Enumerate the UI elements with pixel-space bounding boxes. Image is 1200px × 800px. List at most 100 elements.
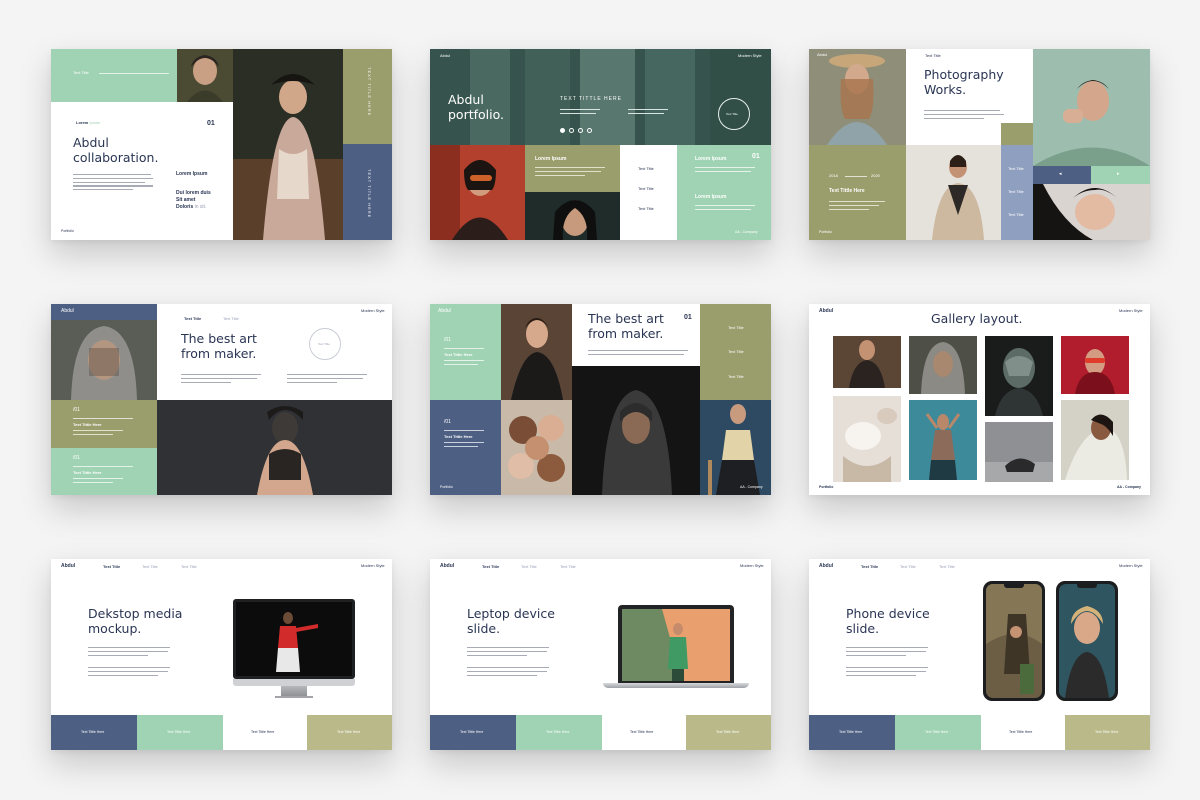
- gallery-photo-4[interactable]: [1061, 336, 1129, 394]
- list-item-3[interactable]: Text Title: [638, 206, 654, 211]
- circle-label: Text Title: [726, 112, 738, 116]
- panel-title: Lorem Ipsum: [535, 156, 567, 162]
- prev-arrow-icon[interactable]: ◂: [1059, 171, 1062, 178]
- nav-item-2[interactable]: Text Title: [521, 564, 537, 569]
- nav-item-2[interactable]: Text Title: [142, 564, 158, 569]
- gallery-photo-6[interactable]: [909, 400, 977, 480]
- tab-3[interactable]: Text Title: [1008, 212, 1024, 217]
- tab-1[interactable]: Text Title: [1008, 166, 1024, 171]
- slide-title: The best art from maker.: [588, 311, 664, 341]
- carousel-dots[interactable]: [560, 128, 592, 133]
- panel-text-lines: [535, 167, 605, 176]
- slide-best-art-a[interactable]: Abdul /01 Text Tittle Here /01 Text Titt…: [51, 304, 392, 495]
- body-lines-1: [846, 647, 928, 656]
- navy-arrow-button[interactable]: [1033, 166, 1091, 184]
- slide-gallery-layout[interactable]: Abdul Gallery layout. Modern Style Portf…: [809, 304, 1150, 495]
- nav-item-2[interactable]: Text Title: [223, 316, 239, 321]
- slide-desktop-mockup[interactable]: Abdul Text Title Text Title Text Title M…: [51, 559, 392, 750]
- slide-title: Gallery layout.: [931, 311, 1023, 326]
- year-rule: [845, 176, 867, 177]
- footer-label-1: Text Tittle Here: [839, 730, 863, 734]
- header-rule: [99, 73, 169, 74]
- caption: Text Tittle Here: [829, 188, 865, 194]
- brand: Abdul: [440, 53, 451, 58]
- monitor-screen-dancer: [236, 602, 352, 676]
- nav-item-1[interactable]: Text Title: [103, 564, 120, 569]
- body-lines-2: [88, 667, 170, 676]
- caption-2: Text Tittle Here: [444, 434, 473, 439]
- slide-title: Abdul portfolio.: [448, 92, 505, 122]
- gallery-photo-5[interactable]: [833, 396, 901, 482]
- tag: Modern Style: [361, 563, 385, 568]
- phone-1-screen: [986, 584, 1042, 698]
- slide-title: Abdul collaboration.: [73, 135, 159, 165]
- nav-item-2[interactable]: Text Title: [900, 564, 916, 569]
- footer-right: AA - Company: [735, 230, 758, 234]
- olive-small-block: [1001, 123, 1033, 145]
- label-b: Lorem Ipsum: [695, 194, 727, 200]
- tab-2[interactable]: Text Title: [1008, 189, 1024, 194]
- nav-item-3[interactable]: Text Title: [560, 564, 576, 569]
- side-item-1[interactable]: Text Title: [728, 325, 744, 330]
- slide-phone-device[interactable]: Abdul Text Title Text Title Text Title M…: [809, 559, 1150, 750]
- footer-label-1: Text Tittle Here: [460, 730, 484, 734]
- slide-number: 01: [752, 153, 760, 160]
- index-1: /01: [444, 337, 451, 343]
- footer-label: Portfolio: [819, 230, 832, 234]
- footer-label-3: Text Tittle Here: [630, 730, 654, 734]
- side-bold-1: Dui lorem duis: [176, 190, 211, 196]
- slide-best-art-b[interactable]: Abdul /01 Text Tittle Here /01 Text Titt…: [430, 304, 771, 495]
- body-lines-1: [467, 647, 549, 656]
- gallery-photo-8[interactable]: [1061, 400, 1129, 480]
- laptop-base: [603, 683, 749, 688]
- portrait-photo-small: [177, 49, 233, 102]
- woman-closeup-photo: [525, 192, 620, 240]
- side-item-2[interactable]: Text Title: [728, 349, 744, 354]
- list-item-2[interactable]: Text Title: [638, 186, 654, 191]
- slide-title: Photography Works.: [924, 67, 1004, 97]
- index-rule-2: [444, 430, 484, 431]
- index-2: /01: [444, 419, 451, 425]
- navy-index-panel: [430, 400, 501, 495]
- caption-2: Text Tittle Here: [73, 470, 102, 475]
- gallery-photo-1[interactable]: [833, 336, 901, 388]
- gallery-photo-2[interactable]: [909, 336, 977, 394]
- laptop-screen-woman: [622, 609, 730, 681]
- gallery-photo-7[interactable]: [985, 422, 1053, 482]
- tag: Modern Style: [1119, 563, 1143, 568]
- footer-label-3: Text Tittle Here: [1009, 730, 1033, 734]
- slide-abdul-collaboration[interactable]: Text Title Lorem Ipsum 01 Abdul collabor…: [51, 49, 392, 240]
- nav-item-1[interactable]: Text Title: [482, 564, 499, 569]
- vertical-label-1: TEXT TITLE HERE: [367, 67, 372, 117]
- next-arrow-icon[interactable]: ▸: [1117, 171, 1120, 178]
- brand: Abdul: [61, 563, 76, 569]
- caption-1: Text Tittle Here: [73, 422, 102, 427]
- mint-arrow-button[interactable]: [1091, 166, 1150, 184]
- body-lines-left: [181, 374, 261, 383]
- slide-abdul-portfolio[interactable]: Abdul Modern Style Abdul portfolio. TEXT…: [430, 49, 771, 240]
- label-a: Lorem Ipsum: [695, 156, 727, 162]
- index-lines-1: [73, 430, 123, 435]
- slide-laptop-device[interactable]: Abdul Text Title Text Title Text Title M…: [430, 559, 771, 750]
- nav-item-1[interactable]: Text Title: [861, 564, 878, 569]
- list-item-1[interactable]: Text Title: [638, 166, 654, 171]
- slide-title: Leptop device slide.: [467, 606, 555, 636]
- footer-label: Portfolio: [61, 229, 74, 233]
- woman-blazer-photo: [906, 145, 1001, 240]
- brand: Abdul: [440, 563, 455, 569]
- index-2: /01: [73, 455, 80, 461]
- phone-1-notch: [1004, 584, 1024, 588]
- nav-item-3[interactable]: Text Title: [939, 564, 955, 569]
- header-label: Text Title: [925, 53, 941, 58]
- gallery-photo-3[interactable]: [985, 336, 1053, 416]
- brand: Abdul: [438, 308, 451, 314]
- tag: Modern Style: [361, 308, 385, 313]
- nav-item-3[interactable]: Text Title: [181, 564, 197, 569]
- lorem-label: Lorem Ipsum: [76, 120, 101, 125]
- nav-item-1[interactable]: Text Title: [184, 316, 201, 321]
- body-text-lines: [73, 174, 153, 191]
- slide-photography-works[interactable]: Abdul Text Title Photography Works. 2018…: [809, 49, 1150, 240]
- brand: Abdul: [817, 52, 828, 57]
- index-1: /01: [73, 407, 80, 413]
- side-item-3[interactable]: Text Title: [728, 374, 744, 379]
